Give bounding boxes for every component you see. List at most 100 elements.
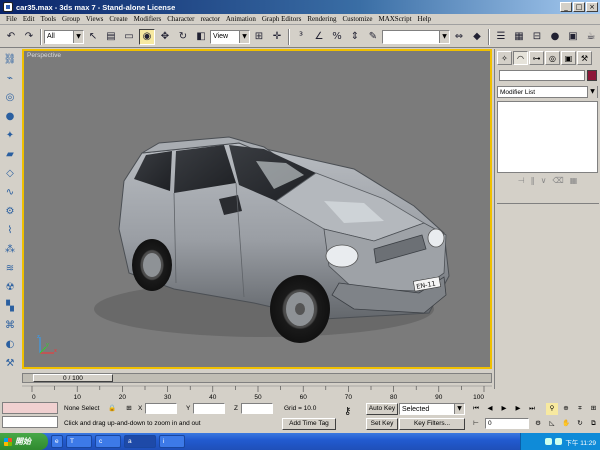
schematic-view-icon[interactable]: ⊟ (529, 29, 545, 45)
z-coord-input[interactable] (241, 403, 273, 414)
space-warp-icon[interactable]: ≋ (2, 260, 18, 276)
utility-icon[interactable]: ⚒ (2, 355, 18, 371)
menu-create[interactable]: Create (106, 15, 130, 23)
named-selection-dropdown[interactable]: ▼ (382, 29, 450, 44)
lock-selection-icon[interactable]: 🔒 (108, 403, 116, 415)
menu-modifiers[interactable]: Modifiers (131, 15, 165, 23)
menu-group[interactable]: Group (59, 15, 83, 23)
menu-maxscript[interactable]: MAXScript (375, 15, 414, 23)
next-frame-icon[interactable]: ▶ (512, 403, 524, 415)
auto-key-button[interactable]: Auto Key (366, 403, 398, 415)
link-icon[interactable]: ⛓ (2, 51, 18, 67)
mirror-icon[interactable]: ⇔ (451, 29, 467, 45)
select-move-icon[interactable]: ✥ (157, 29, 173, 45)
configure-sets-icon[interactable]: ▦ (570, 176, 578, 185)
taskbar-item-2[interactable]: c (95, 435, 121, 448)
modifier-icon[interactable]: ⚙ (2, 203, 18, 219)
bind-space-warp-icon[interactable]: ◎ (2, 89, 18, 105)
object-name-field[interactable] (499, 70, 585, 81)
display-tab-icon[interactable]: ▣ (561, 51, 576, 65)
add-time-tag-button[interactable]: Add Time Tag (282, 418, 336, 430)
edit-named-selection-icon[interactable]: ✎ (365, 29, 381, 45)
track-bar[interactable]: 0 10 20 30 40 50 60 70 80 90 100 (22, 384, 492, 400)
tray-network-icon[interactable] (545, 438, 553, 445)
snap-toggle-icon[interactable]: ³ (293, 29, 309, 45)
menu-rendering[interactable]: Rendering (304, 15, 339, 23)
spinner-snap-icon[interactable]: ⇕ (347, 29, 363, 45)
undo-icon[interactable]: ↶ (3, 29, 19, 45)
angle-snap-icon[interactable]: ∠ (311, 29, 327, 45)
quick-render-icon[interactable]: ☕ (583, 29, 599, 45)
previous-frame-icon[interactable]: ◀ (484, 403, 496, 415)
utilities-tab-icon[interactable]: ⚒ (577, 51, 592, 65)
zoom-extents-icon[interactable]: ⌗ (574, 403, 586, 415)
rectangular-selection-icon[interactable]: ▭ (121, 29, 137, 45)
set-key-button[interactable]: Set Key (366, 418, 398, 430)
unlink-icon[interactable]: ⌁ (2, 70, 18, 86)
quicklaunch-ie-icon[interactable]: e (51, 435, 63, 448)
absolute-mode-icon[interactable]: ⊞ (122, 403, 136, 415)
hierarchy-tab-icon[interactable]: ⊶ (529, 51, 544, 65)
menu-animation[interactable]: Animation (223, 15, 259, 23)
curve-editor-icon[interactable]: ▦ (511, 29, 527, 45)
select-rotate-icon[interactable]: ↻ (175, 29, 191, 45)
start-button[interactable]: 開始 (0, 433, 48, 450)
maxscript-output[interactable] (2, 416, 58, 428)
bone-icon[interactable]: ⌇ (2, 222, 18, 238)
material-editor-icon[interactable]: ● (547, 29, 563, 45)
menu-tools[interactable]: Tools (38, 15, 59, 23)
light-icon[interactable]: ✦ (2, 127, 18, 143)
menu-file[interactable]: File (3, 15, 20, 23)
modifier-stack[interactable] (497, 101, 598, 173)
menu-character[interactable]: Character (164, 15, 197, 23)
time-configuration-icon[interactable]: ⚙ (532, 418, 544, 430)
remove-modifier-icon[interactable]: ⌫ (552, 176, 563, 185)
object-color-swatch[interactable] (587, 70, 597, 81)
perspective-viewport[interactable]: Perspective EN-11 z x y (22, 49, 492, 369)
display-icon[interactable]: ◐ (2, 336, 18, 352)
particle-icon[interactable]: ⁂ (2, 241, 18, 257)
modifier-list-dropdown[interactable]: Modifier List ▼ (497, 86, 598, 98)
zoom-icon[interactable]: ⚲ (546, 403, 558, 415)
go-to-end-icon[interactable]: ⏭ (526, 403, 538, 415)
select-manipulate-icon[interactable]: ✛ (269, 29, 285, 45)
menu-edit[interactable]: Edit (20, 15, 38, 23)
x-coord-input[interactable] (145, 403, 177, 414)
hierarchy-icon[interactable]: ⌘ (2, 317, 18, 333)
cloth-icon[interactable]: ▚ (2, 298, 18, 314)
key-filters-button[interactable]: Key Filters... (399, 418, 465, 430)
close-button[interactable]: × (586, 2, 598, 12)
select-by-name-icon[interactable]: ▤ (103, 29, 119, 45)
reactor-icon[interactable]: ☢ (2, 279, 18, 295)
motion-tab-icon[interactable]: ◎ (545, 51, 560, 65)
y-coord-input[interactable] (193, 403, 225, 414)
make-unique-icon[interactable]: ∨ (541, 176, 547, 185)
current-frame-input[interactable]: 0 (485, 418, 529, 429)
menu-reactor[interactable]: reactor (197, 15, 222, 23)
maximize-button[interactable]: □ (573, 2, 585, 12)
key-mode-dropdown[interactable]: Selected ▼ (399, 403, 465, 415)
taskbar-item-1[interactable]: T (66, 435, 92, 448)
modify-tab-icon[interactable]: ◠ (513, 51, 528, 65)
percent-snap-icon[interactable]: % (329, 29, 345, 45)
taskbar-item-3dsmax[interactable]: a (124, 435, 156, 448)
go-to-start-icon[interactable]: ⏮ (470, 403, 482, 415)
select-scale-icon[interactable]: ◧ (193, 29, 209, 45)
play-icon[interactable]: ▶ (498, 403, 510, 415)
helper-icon[interactable]: ◇ (2, 165, 18, 181)
car-model[interactable]: EN-11 (24, 51, 492, 369)
menu-help[interactable]: Help (415, 15, 435, 23)
3dsmax-app-icon[interactable] (3, 2, 13, 12)
maximize-viewport-icon[interactable]: ⧉ (588, 418, 599, 430)
menu-views[interactable]: Views (83, 15, 106, 23)
create-tab-icon[interactable]: ✧ (497, 51, 512, 65)
taskbar-item-4[interactable]: i (159, 435, 185, 448)
pan-icon[interactable]: ✋ (560, 418, 572, 430)
pivot-center-icon[interactable]: ⊞ (251, 29, 267, 45)
tray-volume-icon[interactable] (555, 438, 563, 445)
time-slider[interactable]: 0 / 100 (22, 373, 492, 383)
layer-manager-icon[interactable]: ☰ (493, 29, 509, 45)
field-of-view-icon[interactable]: ◺ (546, 418, 558, 430)
sphere-icon[interactable]: ● (2, 108, 18, 124)
maxscript-mini-listener[interactable] (2, 402, 58, 414)
